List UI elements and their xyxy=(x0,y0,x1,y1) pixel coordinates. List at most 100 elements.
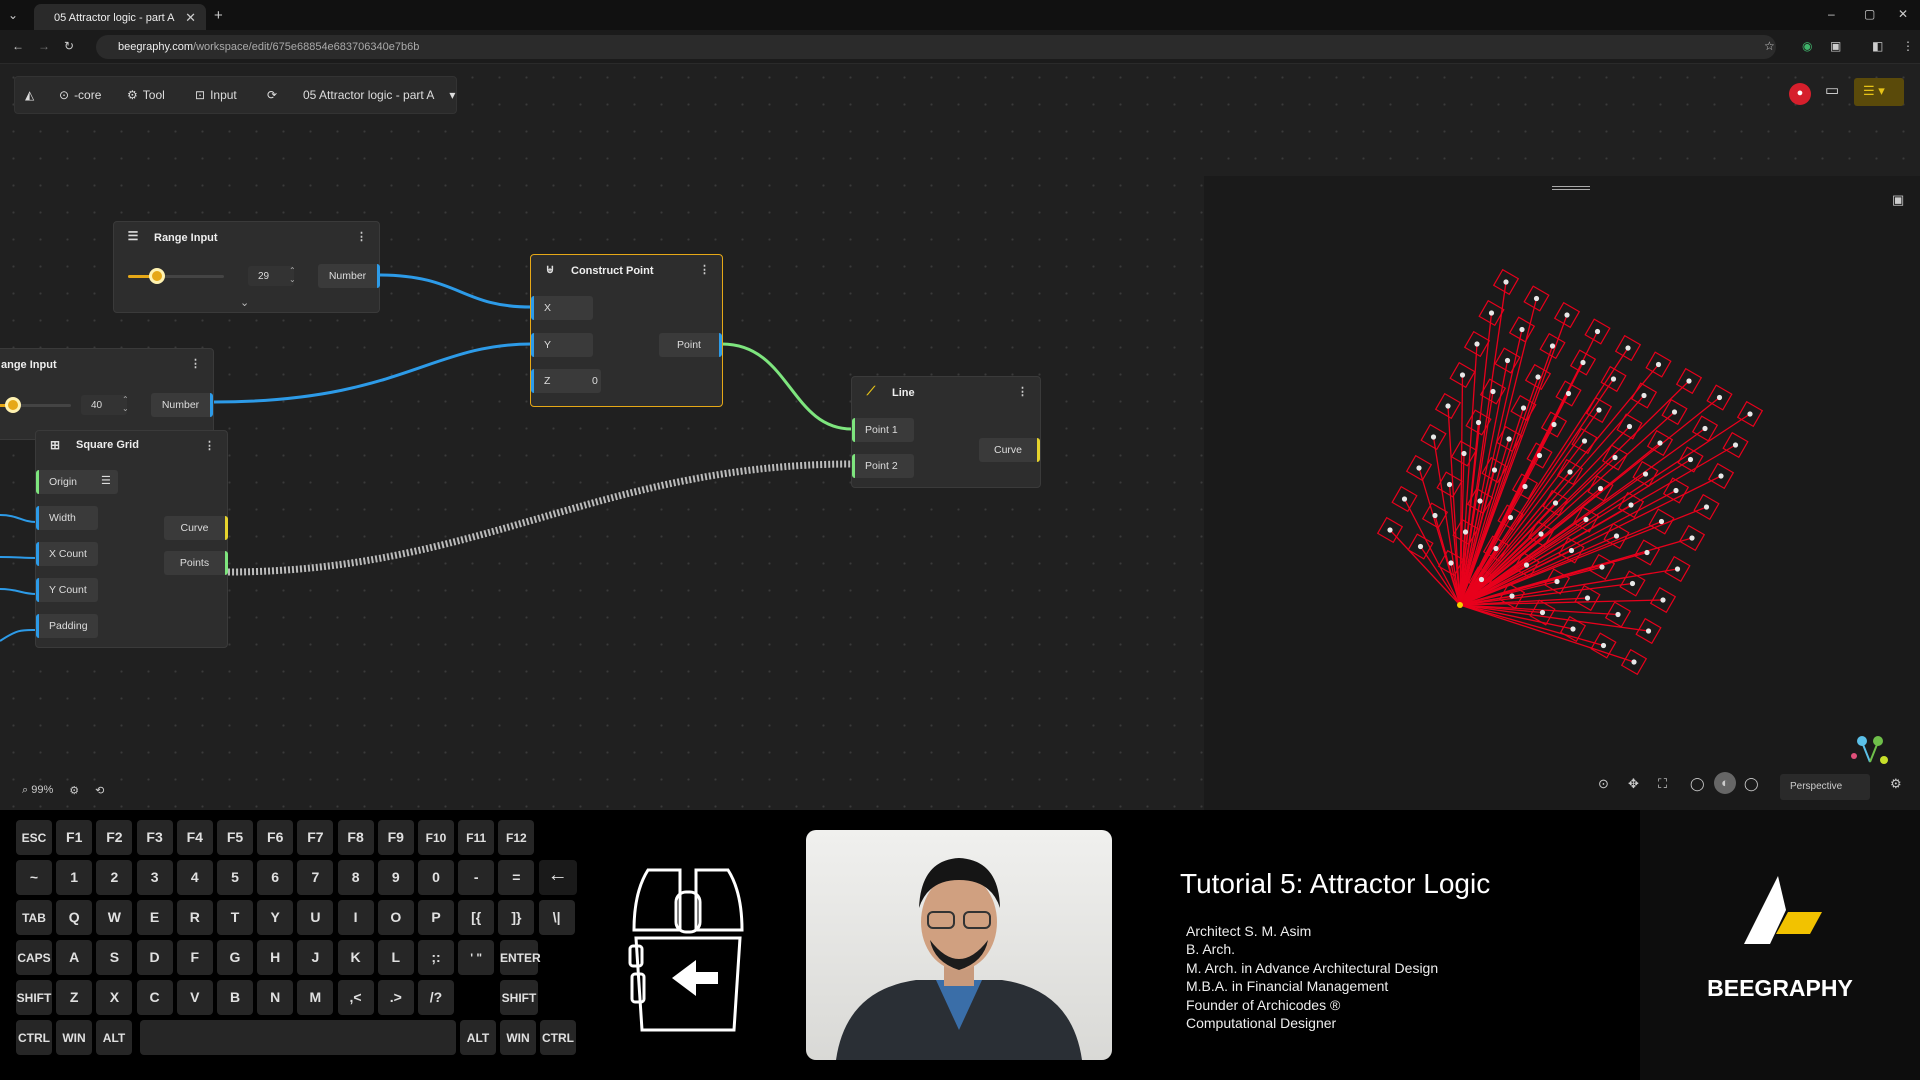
key: 4 xyxy=(176,860,213,895)
node-menu-icon[interactable]: ⋮ xyxy=(356,230,367,243)
slider-knob[interactable] xyxy=(5,397,22,413)
fullscreen-icon[interactable]: ⛶ xyxy=(1658,776,1667,792)
credential-line: M.B.A. in Financial Management xyxy=(1186,978,1389,995)
close-window-icon[interactable]: ✕ xyxy=(1898,7,1908,21)
key: CAPS xyxy=(16,940,52,975)
key: F8 xyxy=(337,820,374,855)
record-icon[interactable]: ● xyxy=(1789,83,1811,105)
construct-point-node[interactable]: ⊎ Construct Point ⋮ X Y Z 0 Point xyxy=(530,254,723,407)
settings-toggle-button[interactable]: ☰ ▾ xyxy=(1854,78,1904,106)
minimize-icon[interactable]: – xyxy=(1828,7,1835,21)
output-port-number[interactable]: Number xyxy=(151,393,213,417)
grid-point xyxy=(1718,473,1724,479)
stepper-icon[interactable]: ⌃ ⌄ xyxy=(122,395,129,413)
node-header[interactable]: ⟋ Line ⋮ xyxy=(852,377,1040,407)
profile-icon[interactable]: ◧ xyxy=(1872,39,1883,53)
wireframe-mode-icon[interactable]: ◯ xyxy=(1690,776,1705,792)
node-menu-icon[interactable]: ⋮ xyxy=(699,263,710,276)
new-tab-icon[interactable]: + xyxy=(214,7,223,24)
axis-gizmo-icon[interactable] xyxy=(1848,732,1892,772)
wire-range1-x xyxy=(377,273,532,309)
key: .> xyxy=(377,980,414,1015)
node-header[interactable]: ☰ Range Input ⋮ xyxy=(114,222,379,252)
viewport-settings-icon[interactable]: ⚙ xyxy=(1890,776,1902,792)
range-value-field[interactable]: 40 xyxy=(81,395,127,415)
port-label: Origin xyxy=(49,476,78,488)
slider-knob[interactable] xyxy=(148,268,165,284)
input-port-x-count[interactable]: X Count xyxy=(36,542,98,566)
view-mode-select[interactable]: Perspective xyxy=(1780,774,1870,800)
node-canvas[interactable]: ◭ ⊙ -core ⚙ Tool ⊡ Input ⟳ 05 Attractor log… xyxy=(0,64,1920,810)
range-value: 40 xyxy=(91,400,103,411)
line-node[interactable]: ⟋ Line ⋮ Point 1 Point 2 Curve xyxy=(851,376,1041,488)
back-icon[interactable]: ← xyxy=(12,39,24,53)
node-header[interactable]: ange Input ⋮ xyxy=(0,349,213,379)
3d-viewport[interactable]: ▣ ⊙ ✥ ⛶ ◯ ◐ ◯ Perspective ⚙ xyxy=(1204,176,1920,810)
output-port-point[interactable]: Point xyxy=(659,333,722,357)
grid-point xyxy=(1703,504,1710,510)
input-port-padding[interactable]: Padding xyxy=(36,614,98,638)
orbit-icon[interactable]: ✥ xyxy=(1628,776,1639,792)
puzzle-icon[interactable]: ▣ xyxy=(1830,39,1841,53)
render-mode-icon[interactable]: ◯ xyxy=(1744,776,1759,792)
grid-point xyxy=(1674,566,1681,572)
node-menu-icon[interactable]: ⋮ xyxy=(204,439,215,452)
key: Q xyxy=(56,900,93,935)
input-port-z[interactable]: Z 0 xyxy=(531,369,601,393)
grid-point xyxy=(1387,527,1393,533)
input-port-origin[interactable]: Origin ☰ xyxy=(36,470,118,494)
input-port-width[interactable]: Width xyxy=(36,506,98,530)
browser-tab[interactable]: 05 Attractor logic - part A ✕ xyxy=(34,4,206,30)
menu-dots-icon[interactable]: ⋮ xyxy=(1902,39,1914,53)
node-menu-icon[interactable]: ⋮ xyxy=(190,357,201,370)
settings-sliders-icon[interactable]: ☰ xyxy=(101,474,111,487)
extension-icon[interactable]: ◉ xyxy=(1802,39,1812,53)
square-grid-node[interactable]: ⊞ Square Grid ⋮ Origin ☰ Width X Count Y… xyxy=(35,430,228,648)
port-label: X Count xyxy=(49,548,87,560)
grid-point xyxy=(1584,595,1591,601)
z-value[interactable]: 0 xyxy=(592,375,598,387)
stepper-icon[interactable]: ⌃ ⌄ xyxy=(289,266,296,284)
range-input-node[interactable]: ☰ Range Input ⋮ 29 ⌃ ⌄ Number ⌄ xyxy=(113,221,380,313)
range-input-node-2[interactable]: ange Input ⋮ 40 ⌃⌄ Number ⌄ xyxy=(0,348,214,440)
input-port-point1[interactable]: Point 1 xyxy=(852,418,914,442)
comment-icon[interactable]: ▭ xyxy=(1825,81,1839,99)
tab-list-icon[interactable]: ⌄ xyxy=(8,8,18,22)
key: ~ xyxy=(16,860,52,895)
output-port-points[interactable]: Points xyxy=(164,551,228,575)
reset-view-icon[interactable]: ⟲ xyxy=(95,784,104,797)
key: F3 xyxy=(136,820,173,855)
grid-point xyxy=(1657,440,1663,446)
shaded-mode-icon[interactable]: ◐ xyxy=(1714,772,1736,794)
output-port-curve[interactable]: Curve xyxy=(164,516,228,540)
zoom-control[interactable]: ⌕ 99% xyxy=(22,784,53,797)
expand-chevron-icon[interactable]: ⌄ xyxy=(240,296,249,309)
input-port-point2[interactable]: Point 2 xyxy=(852,454,914,478)
camera-icon[interactable]: ⊙ xyxy=(1598,776,1609,792)
url-path: /workspace/edit/675e68854e683706340e7b6b xyxy=(193,41,420,53)
key: 1 xyxy=(56,860,93,895)
reload-icon[interactable]: ↻ xyxy=(64,39,74,53)
maximize-icon[interactable]: ▢ xyxy=(1864,7,1875,21)
grid-point xyxy=(1506,436,1512,442)
key: A xyxy=(56,940,93,975)
input-port-x[interactable]: X xyxy=(531,296,593,320)
url-field[interactable]: beegraphy.com/workspace/edit/675e68854e6… xyxy=(96,35,1776,59)
bookmark-star-icon[interactable]: ☆ xyxy=(1764,39,1775,53)
close-tab-icon[interactable]: ✕ xyxy=(185,10,196,26)
range-value-field[interactable]: 29 xyxy=(248,266,294,286)
input-port-y[interactable]: Y xyxy=(531,333,593,357)
credential-line: Computational Designer xyxy=(1186,1015,1337,1032)
node-header[interactable]: ⊞ Square Grid ⋮ xyxy=(36,431,227,461)
key: 0 xyxy=(418,860,454,895)
node-menu-icon[interactable]: ⋮ xyxy=(1017,385,1028,398)
grid-point xyxy=(1615,611,1621,618)
node-header[interactable]: ⊎ Construct Point ⋮ xyxy=(531,255,722,285)
grid-point xyxy=(1626,423,1633,430)
canvas-settings-icon[interactable]: ⚙ xyxy=(69,784,79,797)
output-port-number[interactable]: Number xyxy=(318,264,380,288)
output-port-curve[interactable]: Curve xyxy=(979,438,1040,462)
forward-icon[interactable]: → xyxy=(38,39,50,53)
grid-point xyxy=(1430,434,1437,440)
input-port-y-count[interactable]: Y Count xyxy=(36,578,98,602)
